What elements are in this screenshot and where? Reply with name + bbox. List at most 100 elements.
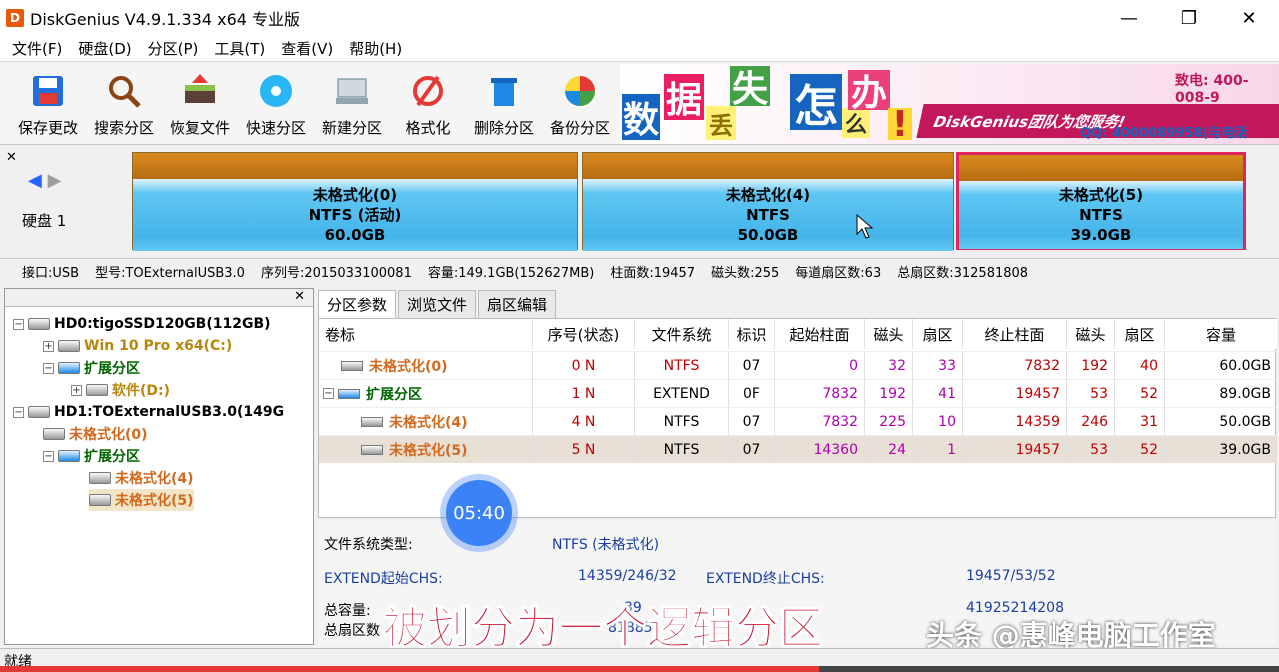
expand-icon[interactable]: + — [71, 384, 82, 396]
col-index[interactable]: 序号(状态) — [533, 319, 635, 349]
tab-sector-edit[interactable]: 扇区编辑 — [478, 290, 557, 318]
cell-start-cyl: 0 — [775, 352, 865, 379]
minimize-icon: — — [1120, 7, 1138, 29]
col-capacity[interactable]: 容量 — [1165, 319, 1277, 349]
tree-node-extended[interactable]: − 扩展分区 — [43, 357, 140, 379]
menu-file[interactable]: 文件(F) — [4, 38, 70, 59]
video-timer-badge: 05:40 — [446, 480, 512, 546]
collapse-icon[interactable]: − — [43, 450, 54, 462]
cell-index: 5 N — [533, 436, 635, 463]
banner-char: 据 — [664, 74, 704, 121]
tree-node-unformatted-4[interactable]: 未格式化(4) — [89, 467, 194, 489]
backup-partition-button[interactable]: 备份分区 — [542, 67, 618, 141]
cell-index: 1 N — [533, 380, 635, 407]
quick-partition-button[interactable]: 快速分区 — [238, 67, 314, 141]
table-row[interactable]: − 扩展分区 1 N EXTEND 0F 7832 192 41 19457 53… — [319, 379, 1277, 407]
disk-info-bar: 接口:USB 型号:TOExternalUSB3.0 序列号:201503310… — [0, 258, 1279, 284]
backup-icon — [560, 71, 600, 111]
close-tree-icon[interactable]: ✕ — [294, 289, 305, 304]
tool-label: 恢复文件 — [169, 119, 230, 137]
menu-tools[interactable]: 工具(T) — [206, 38, 273, 59]
disk-label: 硬盘 1 — [22, 212, 67, 230]
cell-end-head: 53 — [1067, 380, 1115, 407]
collapse-icon[interactable]: − — [13, 318, 24, 330]
tree-node-extended-hd1[interactable]: − 扩展分区 — [43, 445, 140, 467]
tree-node-unformatted-0[interactable]: 未格式化(0) — [43, 423, 148, 445]
table-row[interactable]: 未格式化(4) 4 N NTFS 07 7832 225 10 14359 24… — [319, 407, 1277, 435]
close-diskmap-icon[interactable]: ✕ — [6, 150, 17, 165]
col-end-sector[interactable]: 扇区 — [1115, 319, 1165, 349]
menu-disk[interactable]: 硬盘(D) — [70, 38, 139, 59]
video-progress-bar[interactable] — [0, 666, 1279, 672]
partition-icon — [341, 360, 363, 371]
cell-start-head: 32 — [865, 352, 913, 379]
tree-node-c[interactable]: + Win 10 Pro x64(C:) — [43, 335, 232, 357]
partition-block-0[interactable]: 未格式化(0) NTFS (活动) 60.0GB — [132, 152, 578, 251]
partition-block-4[interactable]: 未格式化(4) NTFS 50.0GB — [582, 152, 954, 251]
cell-fs: NTFS — [635, 436, 729, 463]
close-icon: ✕ — [1241, 7, 1257, 29]
col-volume[interactable]: 卷标 — [319, 319, 533, 349]
search-partition-button[interactable]: 搜索分区 — [86, 67, 162, 141]
tab-browse-files[interactable]: 浏览文件 — [398, 290, 477, 318]
partition-icon — [58, 340, 80, 352]
tree-node-hd1[interactable]: − HD1:TOExternalUSB3.0(149G — [13, 401, 284, 423]
partition-fs: NTFS — [1079, 206, 1123, 224]
restore-button[interactable]: ❐ — [1159, 0, 1219, 36]
minimize-button[interactable]: — — [1099, 0, 1159, 36]
menu-partition[interactable]: 分区(P) — [140, 38, 207, 59]
col-end-head[interactable]: 磁头 — [1067, 319, 1115, 349]
col-fs[interactable]: 文件系统 — [635, 319, 729, 349]
menu-view[interactable]: 查看(V) — [273, 38, 341, 59]
ext-start-value: 14359/246/32 — [578, 568, 677, 584]
col-start-cyl[interactable]: 起始柱面 — [775, 319, 865, 349]
col-start-head[interactable]: 磁头 — [865, 319, 913, 349]
banner-char: ! — [888, 104, 912, 144]
extended-partition-icon — [338, 388, 360, 399]
format-button[interactable]: 格式化 — [390, 67, 466, 141]
col-id[interactable]: 标识 — [729, 319, 775, 349]
tool-label: 搜索分区 — [93, 119, 154, 137]
table-row-selected[interactable]: 未格式化(5) 5 N NTFS 07 14360 24 1 19457 53 … — [319, 435, 1277, 463]
ad-banner[interactable]: 数 据 丢 失 怎 么 办 ! DiskGenius团队为您服务! 致电: 40… — [620, 64, 1279, 144]
partition-icon — [361, 416, 383, 427]
expand-icon[interactable]: + — [43, 340, 54, 352]
recover-icon — [180, 71, 220, 111]
recover-files-button[interactable]: 恢复文件 — [162, 67, 238, 141]
disk-total-sectors: 总扇区数:312581808 — [897, 266, 1029, 281]
delete-partition-button[interactable]: 删除分区 — [466, 67, 542, 141]
collapse-icon[interactable]: − — [13, 406, 24, 418]
cell-id: 07 — [729, 352, 775, 379]
save-icon — [28, 71, 68, 111]
col-start-sector[interactable]: 扇区 — [913, 319, 963, 349]
cell-volume: 扩展分区 — [366, 386, 422, 403]
save-changes-button[interactable]: 保存更改 — [10, 67, 86, 141]
tree-node-unformatted-5[interactable]: 未格式化(5) — [89, 489, 194, 511]
new-partition-button[interactable]: 新建分区 — [314, 67, 390, 141]
cell-id: 07 — [729, 408, 775, 435]
collapse-icon[interactable]: − — [43, 362, 54, 374]
delete-icon — [484, 71, 524, 111]
partition-icon — [43, 428, 65, 440]
cell-end-sector: 52 — [1115, 380, 1165, 407]
ext-end-value: 19457/53/52 — [966, 568, 1056, 584]
collapse-icon[interactable]: − — [323, 388, 334, 399]
partition-block-5[interactable]: 未格式化(5) NTFS 39.0GB — [956, 152, 1246, 250]
banner-char: 办 — [848, 70, 890, 114]
cell-start-head: 192 — [865, 380, 913, 407]
prev-disk-icon[interactable]: ◀ — [28, 170, 42, 191]
fs-type-label: 文件系统类型: — [324, 537, 413, 553]
partition-name: 未格式化(0) — [312, 186, 398, 204]
format-icon — [408, 71, 448, 111]
partition-size: 60.0GB — [324, 226, 386, 244]
tree-node-d[interactable]: + 软件(D:) — [71, 379, 170, 401]
col-end-cyl[interactable]: 终止柱面 — [963, 319, 1067, 349]
table-row[interactable]: 未格式化(0) 0 N NTFS 07 0 32 33 7832 192 40 … — [319, 351, 1277, 379]
disk-capacity: 容量:149.1GB(152627MB) — [427, 266, 595, 281]
close-button[interactable]: ✕ — [1219, 0, 1279, 36]
next-disk-icon[interactable]: ▶ — [48, 170, 62, 191]
menu-help[interactable]: 帮助(H) — [341, 38, 410, 59]
tree-node-hd0[interactable]: − HD0:tigoSSD120GB(112GB) — [13, 313, 271, 335]
tab-partition-params[interactable]: 分区参数 — [318, 290, 397, 318]
cell-start-cyl: 7832 — [775, 408, 865, 435]
